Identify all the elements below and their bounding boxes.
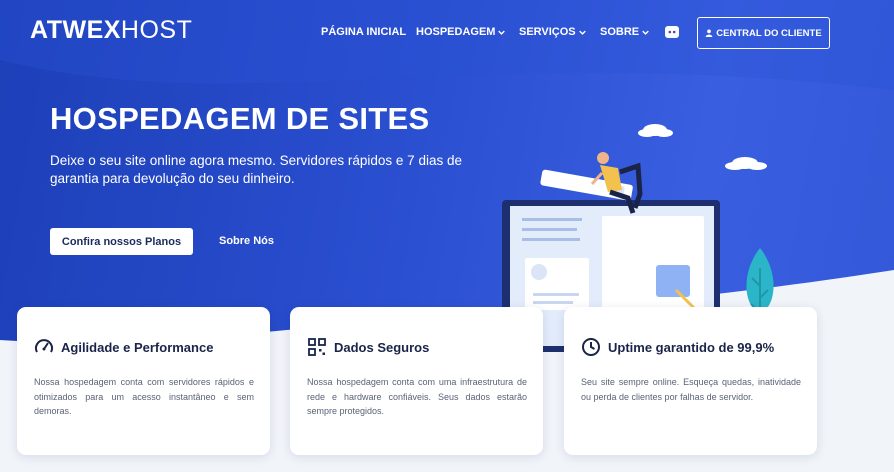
cloud-icon [725,157,767,170]
feature-description: Nossa hospedagem conta com uma infraestr… [307,377,527,416]
nav-item-pagina-inicial[interactable]: PÁGINA INICIAL [321,26,406,38]
feature-description: Nossa hospedagem conta com servidores rá… [34,377,254,416]
about-us-link[interactable]: Sobre Nós [219,235,274,247]
feature-card-performance: Agilidade e Performance Nossa hospedagem… [17,307,270,455]
chevron-down-icon [578,30,586,35]
hero-subtitle: Deixe o seu site online agora mesmo. Ser… [50,153,462,186]
chevron-down-icon [498,30,506,35]
feature-title: Dados Seguros [334,339,430,355]
hero-title: HOSPEDAGEM DE SITES [50,101,430,136]
view-plans-button[interactable]: Confira nossos Planos [50,228,193,255]
nav-item-hospedagem[interactable]: HOSPEDAGEM [416,26,506,38]
nav-item-sobre[interactable]: SOBRE [600,26,649,38]
brand-logo[interactable]: ATWEXHOST [30,16,192,45]
feature-title: Uptime garantido de 99,9% [608,339,775,355]
feature-description: Seu site sempre online. Esqueça quedas, … [581,377,801,402]
feature-card-uptime: Uptime garantido de 99,9% Seu site sempr… [564,307,817,455]
discord-icon[interactable] [664,24,680,40]
cloud-icon [638,124,673,137]
grid-icon [308,338,326,356]
user-icon [705,29,713,37]
speedometer-icon [35,339,53,353]
clock-icon [582,338,600,356]
chevron-down-icon [642,30,649,35]
nav-item-servicos[interactable]: SERVIÇOS [519,26,586,38]
feature-card-security: Dados Seguros Nossa hospedagem conta com… [290,307,543,455]
client-area-button[interactable]: CENTRAL DO CLIENTE [697,17,830,49]
feature-title: Agilidade e Performance [61,339,214,355]
